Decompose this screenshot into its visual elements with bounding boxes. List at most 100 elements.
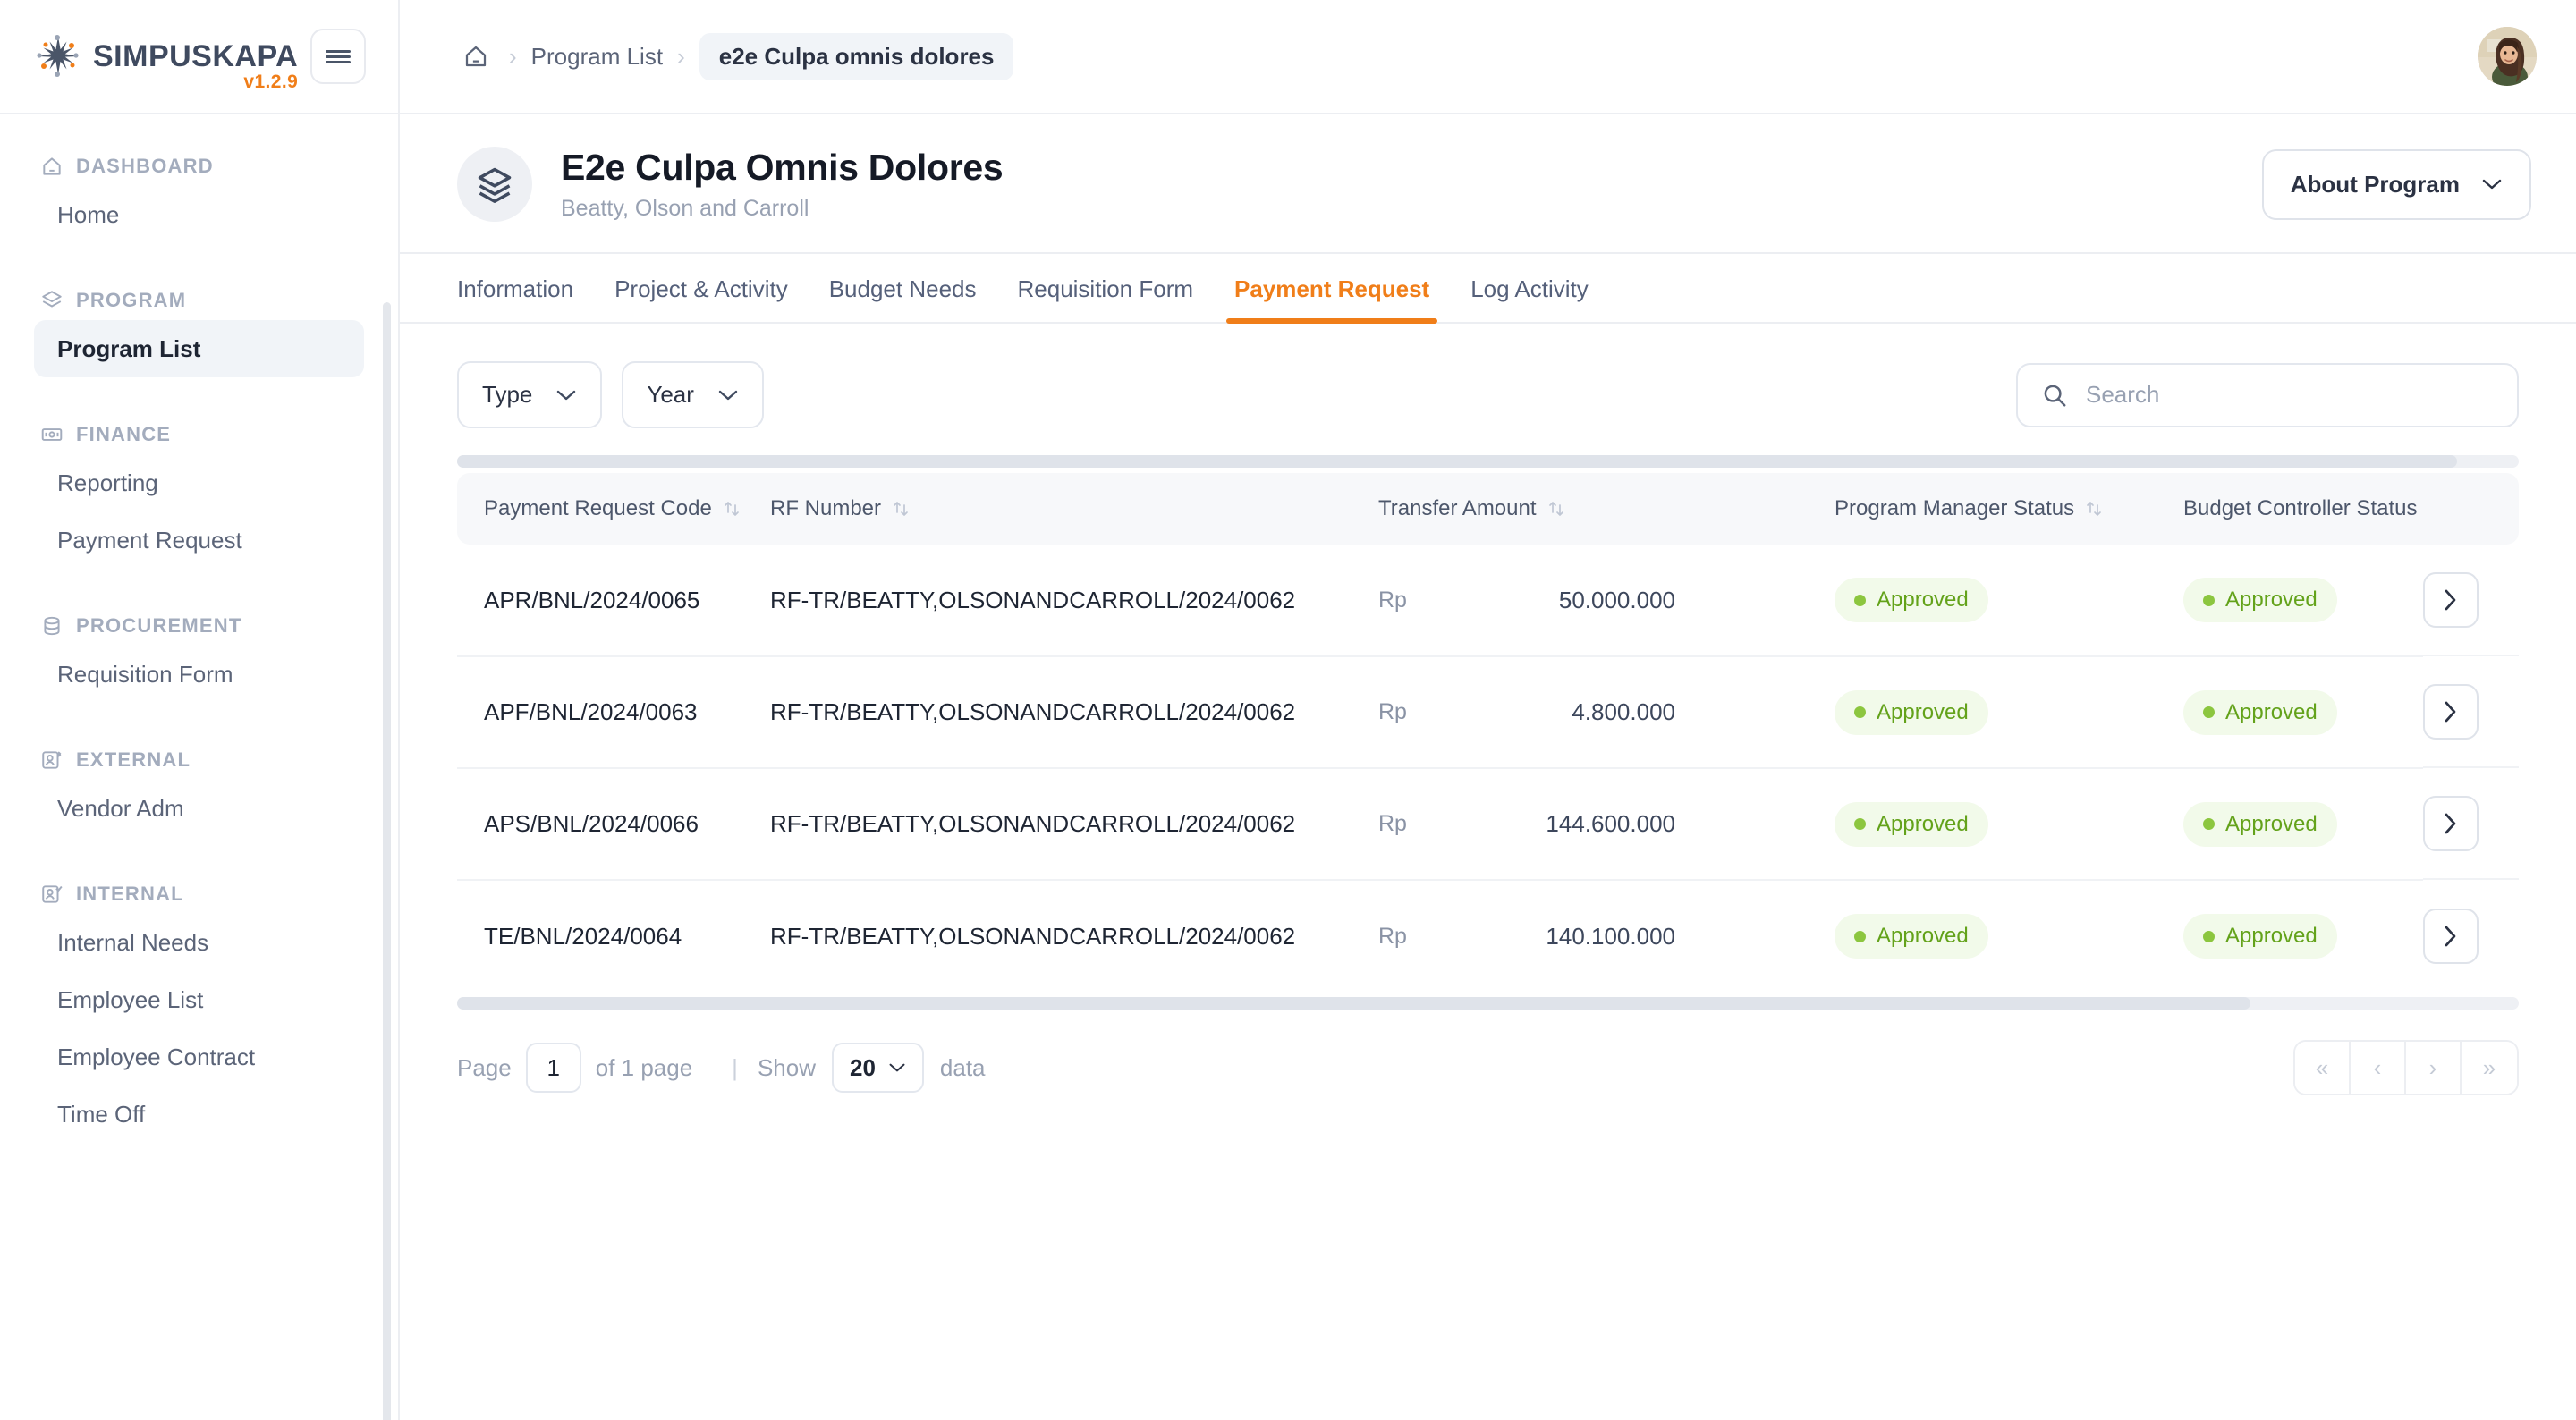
tab-requisition-form[interactable]: Requisition Form <box>997 275 1215 322</box>
column-header-payment-request-code[interactable]: Payment Request Code <box>457 473 770 545</box>
amount-value: 144.600.000 <box>1546 810 1675 837</box>
row-detail-button[interactable] <box>2423 571 2479 628</box>
currency-label: Rp <box>1378 699 1407 724</box>
tab-project-activity[interactable]: Project & Activity <box>594 275 809 322</box>
nav-group-finance: FINANCE Reporting Payment Request <box>0 415 398 569</box>
nav-group-title-external: EXTERNAL <box>0 740 398 780</box>
sidebar-scrollbar[interactable] <box>383 302 391 1420</box>
cell-program-manager-status: Approved <box>1835 656 2183 769</box>
amount-value: 140.100.000 <box>1546 922 1675 950</box>
breadcrumb-item-program-list[interactable]: Program List <box>531 43 663 71</box>
scrollbar-thumb[interactable] <box>457 455 2457 468</box>
tab-log-activity[interactable]: Log Activity <box>1450 275 1609 322</box>
tab-payment-request[interactable]: Payment Request <box>1214 275 1450 324</box>
sidebar-item-internal-needs[interactable]: Internal Needs <box>34 914 364 971</box>
sidebar-item-reporting[interactable]: Reporting <box>34 454 364 511</box>
nav-group-internal: INTERNAL Internal Needs Employee List Em… <box>0 875 398 1143</box>
page-number-input[interactable] <box>525 1043 581 1093</box>
status-label: Approved <box>2225 699 2318 724</box>
last-page-button[interactable]: » <box>2462 1042 2517 1094</box>
cell-transfer-amount: Rp 140.100.000 <box>1378 880 1835 992</box>
tab-label: Requisition Form <box>1017 275 1194 302</box>
first-page-button[interactable]: « <box>2295 1042 2351 1094</box>
breadcrumb-home-button[interactable] <box>457 39 495 73</box>
cell-payment-request-code: APR/BNL/2024/0065 <box>457 545 770 657</box>
column-header-program-manager-status[interactable]: Program Manager Status <box>1835 473 2183 545</box>
main-content: › Program List › e2e Culpa omnis dolores <box>400 0 2576 1420</box>
sidebar-header: SIMPUSKAPA v1.2.9 <box>0 0 398 114</box>
tab-budget-needs[interactable]: Budget Needs <box>809 275 997 322</box>
nav-group-label: DASHBOARD <box>76 155 214 177</box>
sidebar-item-vendor-adm[interactable]: Vendor Adm <box>34 780 364 837</box>
layers-icon <box>478 167 512 203</box>
table-row[interactable]: APR/BNL/2024/0065 RF-TR/BEATTY,OLSONANDC… <box>457 545 2519 657</box>
scrollbar-thumb[interactable] <box>457 997 2251 1010</box>
chevron-down-icon <box>2482 179 2502 190</box>
breadcrumb-item-current[interactable]: e2e Culpa omnis dolores <box>699 32 1014 80</box>
brand-version: v1.2.9 <box>243 72 299 92</box>
table-row[interactable]: TE/BNL/2024/0064 RF-TR/BEATTY,OLSONANDCA… <box>457 880 2519 992</box>
tab-information[interactable]: Information <box>457 275 594 322</box>
page-size-select[interactable]: 20 <box>831 1043 924 1093</box>
cell-program-manager-status: Approved <box>1835 768 2183 881</box>
sidebar-item-employee-list[interactable]: Employee List <box>34 971 364 1028</box>
status-dot-icon <box>2203 930 2215 942</box>
tab-label: Log Activity <box>1470 275 1589 302</box>
about-program-button[interactable]: About Program <box>2261 148 2531 220</box>
column-header-rf-number[interactable]: RF Number <box>770 473 1378 545</box>
sidebar-item-payment-request[interactable]: Payment Request <box>34 511 364 569</box>
table-body: APR/BNL/2024/0065 RF-TR/BEATTY,OLSONANDC… <box>457 545 2519 992</box>
amount-value: 4.800.000 <box>1572 698 1675 725</box>
sidebar-item-employee-contract[interactable]: Employee Contract <box>34 1028 364 1086</box>
row-detail-button[interactable] <box>2423 908 2479 964</box>
column-label: Payment Request Code <box>484 496 712 520</box>
amount-value: 50.000.000 <box>1558 586 1675 613</box>
cell-transfer-amount: Rp 4.800.000 <box>1378 656 1835 769</box>
user-share-icon <box>42 751 62 769</box>
page-total-label: of 1 page <box>595 1053 693 1081</box>
status-dot-icon <box>1854 706 1866 718</box>
nav-group-label: EXTERNAL <box>76 748 191 771</box>
table-row[interactable]: APF/BNL/2024/0063 RF-TR/BEATTY,OLSONANDC… <box>457 656 2519 769</box>
page-label: Page <box>457 1053 512 1081</box>
search-input[interactable] <box>2086 381 2494 409</box>
table-scrollbar-bottom[interactable] <box>457 997 2519 1010</box>
brand[interactable]: SIMPUSKAPA v1.2.9 <box>36 34 298 92</box>
table-header-row: Payment Request Code RF Number Transfer … <box>457 473 2519 545</box>
layers-icon <box>42 291 62 308</box>
chevron-right-icon <box>2445 926 2456 946</box>
starburst-people-logo-icon <box>37 35 79 77</box>
search-box[interactable] <box>2016 362 2519 427</box>
nav-group-label: INTERNAL <box>76 883 184 905</box>
column-header-transfer-amount[interactable]: Transfer Amount <box>1378 473 1835 545</box>
nav-group-title-internal: INTERNAL <box>0 875 398 914</box>
sidebar-item-requisition-form[interactable]: Requisition Form <box>34 646 364 703</box>
status-label: Approved <box>2225 811 2318 836</box>
row-detail-button[interactable] <box>2423 683 2479 740</box>
next-page-button[interactable]: › <box>2406 1042 2462 1094</box>
prev-page-button[interactable]: ‹ <box>2351 1042 2406 1094</box>
table-scrollbar-top[interactable] <box>457 455 2519 468</box>
nav-group-title-program: PROGRAM <box>0 281 398 320</box>
sidebar-item-home[interactable]: Home <box>34 186 364 243</box>
sort-icon <box>724 502 739 516</box>
row-detail-button[interactable] <box>2423 795 2479 851</box>
cell-rf-number: RF-TR/BEATTY,OLSONANDCARROLL/2024/0062 <box>770 768 1378 881</box>
status-dot-icon <box>2203 706 2215 718</box>
nav-group-title-dashboard: DASHBOARD <box>0 147 398 186</box>
status-label: Approved <box>1877 811 1969 836</box>
filter-type-dropdown[interactable]: Type <box>457 361 603 428</box>
page-title: E2e Culpa Omnis Dolores <box>561 147 1004 189</box>
filter-year-dropdown[interactable]: Year <box>622 361 764 428</box>
sort-icon <box>1548 502 1563 516</box>
status-dot-icon <box>1854 818 1866 830</box>
table-toolbar: Type Year <box>400 324 2576 455</box>
nav-group-procurement: PROCUREMENT Requisition Form <box>0 606 398 703</box>
hamburger-icon[interactable] <box>310 29 366 84</box>
tab-label: Payment Request <box>1234 275 1430 302</box>
table-row[interactable]: APS/BNL/2024/0066 RF-TR/BEATTY,OLSONANDC… <box>457 768 2519 881</box>
sidebar-item-program-list[interactable]: Program List <box>34 320 364 377</box>
filter-type-label: Type <box>482 381 533 408</box>
sidebar-item-time-off[interactable]: Time Off <box>34 1086 364 1143</box>
avatar[interactable] <box>2478 27 2537 86</box>
